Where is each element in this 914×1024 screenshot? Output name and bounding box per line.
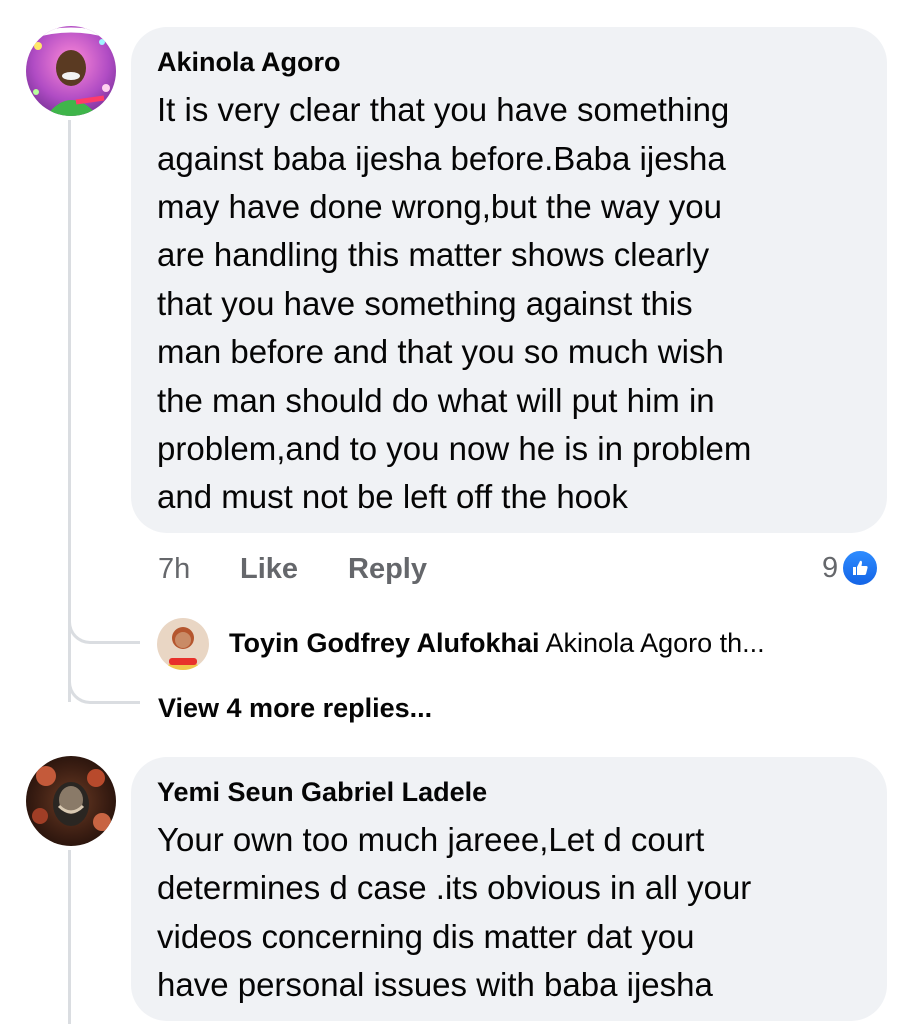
reaction-summary[interactable]: 9 bbox=[822, 548, 881, 588]
avatar[interactable] bbox=[26, 756, 116, 846]
reply-avatar[interactable] bbox=[157, 618, 209, 670]
comment-text-line: man before and that you so much wish bbox=[157, 333, 724, 370]
thread-connector-curve bbox=[68, 612, 140, 644]
thread-connector-curve bbox=[68, 672, 140, 704]
reply-avatar-image bbox=[157, 618, 209, 670]
comment-text-line: and must not be left off the hook bbox=[157, 478, 628, 515]
avatar-image bbox=[26, 756, 116, 846]
comment-author[interactable]: Yemi Seun Gabriel Ladele bbox=[157, 777, 487, 808]
like-icon bbox=[840, 548, 881, 588]
like-button[interactable]: Like bbox=[240, 553, 298, 586]
avatar-image bbox=[26, 26, 116, 116]
comment-timestamp[interactable]: 7h bbox=[158, 553, 190, 586]
comment-text-line: against baba ijesha before.Baba ijesha bbox=[157, 140, 726, 177]
comment-text-line: that you have something against this bbox=[157, 285, 693, 322]
reply-snippet: Akinola Agoro th... bbox=[545, 628, 765, 658]
thread-line bbox=[68, 850, 71, 1024]
reply-button[interactable]: Reply bbox=[348, 553, 427, 586]
comment-text-line: determines d case .its obvious in all yo… bbox=[157, 869, 752, 906]
reply-preview[interactable]: Toyin Godfrey Alufokhai Akinola Agoro th… bbox=[229, 628, 765, 659]
comment-author[interactable]: Akinola Agoro bbox=[157, 47, 341, 78]
comment-text-line: have personal issues with baba ijesha bbox=[157, 966, 713, 1003]
comment-text-line: may have done wrong,but the way you bbox=[157, 188, 723, 225]
avatar[interactable] bbox=[26, 26, 116, 116]
comment-text-line: videos concerning dis matter dat you bbox=[157, 918, 695, 955]
comment-text-line: are handling this matter shows clearly bbox=[157, 236, 710, 273]
comment-text-line: the man should do what will put him in bbox=[157, 382, 715, 419]
reaction-count: 9 bbox=[822, 551, 839, 584]
comment-text-line: Your own too much jareee,Let d court bbox=[157, 821, 705, 858]
comment-text-line: problem,and to you now he is in problem bbox=[157, 430, 752, 467]
comment-text-line: It is very clear that you have something bbox=[157, 91, 730, 128]
reply-author[interactable]: Toyin Godfrey Alufokhai bbox=[229, 628, 540, 658]
view-more-replies-link[interactable]: View 4 more replies... bbox=[158, 693, 432, 724]
